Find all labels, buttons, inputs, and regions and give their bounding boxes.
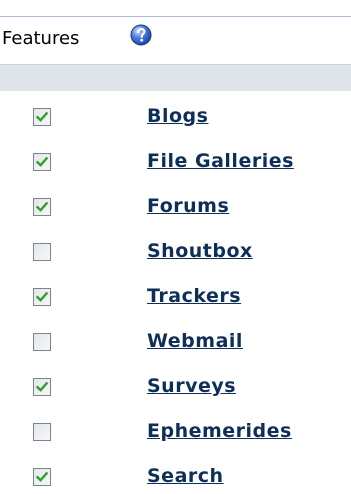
feature-row: Trackers — [0, 277, 351, 322]
table-subheader-bar — [0, 65, 351, 91]
feature-link[interactable]: Trackers — [147, 285, 241, 307]
checkmark-icon — [35, 111, 49, 122]
checkmark-icon — [35, 291, 49, 302]
feature-link[interactable]: Search — [147, 465, 224, 487]
feature-checkbox[interactable] — [33, 153, 51, 171]
feature-checkbox[interactable] — [33, 378, 51, 396]
feature-link[interactable]: Blogs — [147, 105, 208, 127]
feature-link[interactable]: Forums — [147, 195, 229, 217]
feature-row: File Galleries — [0, 142, 351, 187]
checkmark-icon — [35, 156, 49, 167]
feature-row: Forums — [0, 187, 351, 232]
feature-row: Webmail — [0, 322, 351, 367]
feature-row: Blogs — [0, 97, 351, 142]
checkmark-icon — [35, 201, 49, 212]
feature-checkbox[interactable] — [33, 288, 51, 306]
feature-checkbox[interactable] — [33, 333, 51, 351]
feature-row: Shoutbox — [0, 232, 351, 277]
checkmark-icon — [35, 471, 49, 482]
feature-link[interactable]: Shoutbox — [147, 240, 253, 262]
feature-checkbox[interactable] — [33, 423, 51, 441]
feature-checkbox[interactable] — [33, 198, 51, 216]
panel-title: Features — [2, 28, 80, 49]
feature-link[interactable]: Webmail — [147, 330, 243, 352]
feature-row: Surveys — [0, 367, 351, 412]
feature-link[interactable]: Surveys — [147, 375, 236, 397]
feature-row: Search — [0, 457, 351, 494]
checkmark-icon — [35, 381, 49, 392]
feature-row: Ephemerides — [0, 412, 351, 457]
feature-checkbox[interactable] — [33, 468, 51, 486]
help-icon[interactable] — [130, 24, 152, 46]
feature-checkbox[interactable] — [33, 108, 51, 126]
feature-link[interactable]: Ephemerides — [147, 420, 292, 442]
feature-list: Blogs File Galleries Forums Shoutbox Tracker… — [0, 97, 351, 494]
feature-link[interactable]: File Galleries — [147, 150, 294, 172]
feature-checkbox[interactable] — [33, 243, 51, 261]
